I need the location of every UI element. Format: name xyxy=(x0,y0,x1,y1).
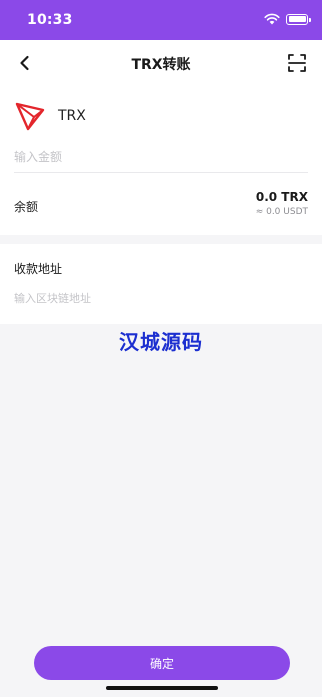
balance-usdt-value: ≈ 0.0 USDT xyxy=(255,207,308,217)
wifi-icon xyxy=(264,13,280,25)
address-label: 收款地址 xyxy=(14,262,63,276)
nav-bar: TRX转账 xyxy=(0,40,322,86)
page-title: TRX转账 xyxy=(131,57,191,73)
balance-label: 余额 xyxy=(14,200,39,214)
amount-card: TRX 余额 0.0 TRX ≈ 0.0 USDT xyxy=(0,86,322,235)
token-symbol: TRX xyxy=(58,108,86,124)
address-input[interactable] xyxy=(14,286,308,310)
home-indicator xyxy=(106,686,218,690)
token-selector: TRX xyxy=(14,100,86,132)
status-icons xyxy=(264,13,311,25)
scan-icon[interactable] xyxy=(286,52,308,74)
balance-value: 0.0 TRX xyxy=(255,190,308,204)
tron-logo-icon xyxy=(15,102,45,131)
status-time: 10:33 xyxy=(27,12,73,28)
divider xyxy=(14,172,308,173)
address-card: 收款地址 xyxy=(0,244,322,324)
battery-level xyxy=(288,16,306,22)
confirm-button[interactable]: 确定 xyxy=(34,646,290,680)
watermark-text: 汉城源码 xyxy=(119,330,203,354)
amount-input[interactable] xyxy=(14,144,308,170)
status-bar: 10:33 xyxy=(0,0,322,40)
battery-icon xyxy=(286,13,311,25)
